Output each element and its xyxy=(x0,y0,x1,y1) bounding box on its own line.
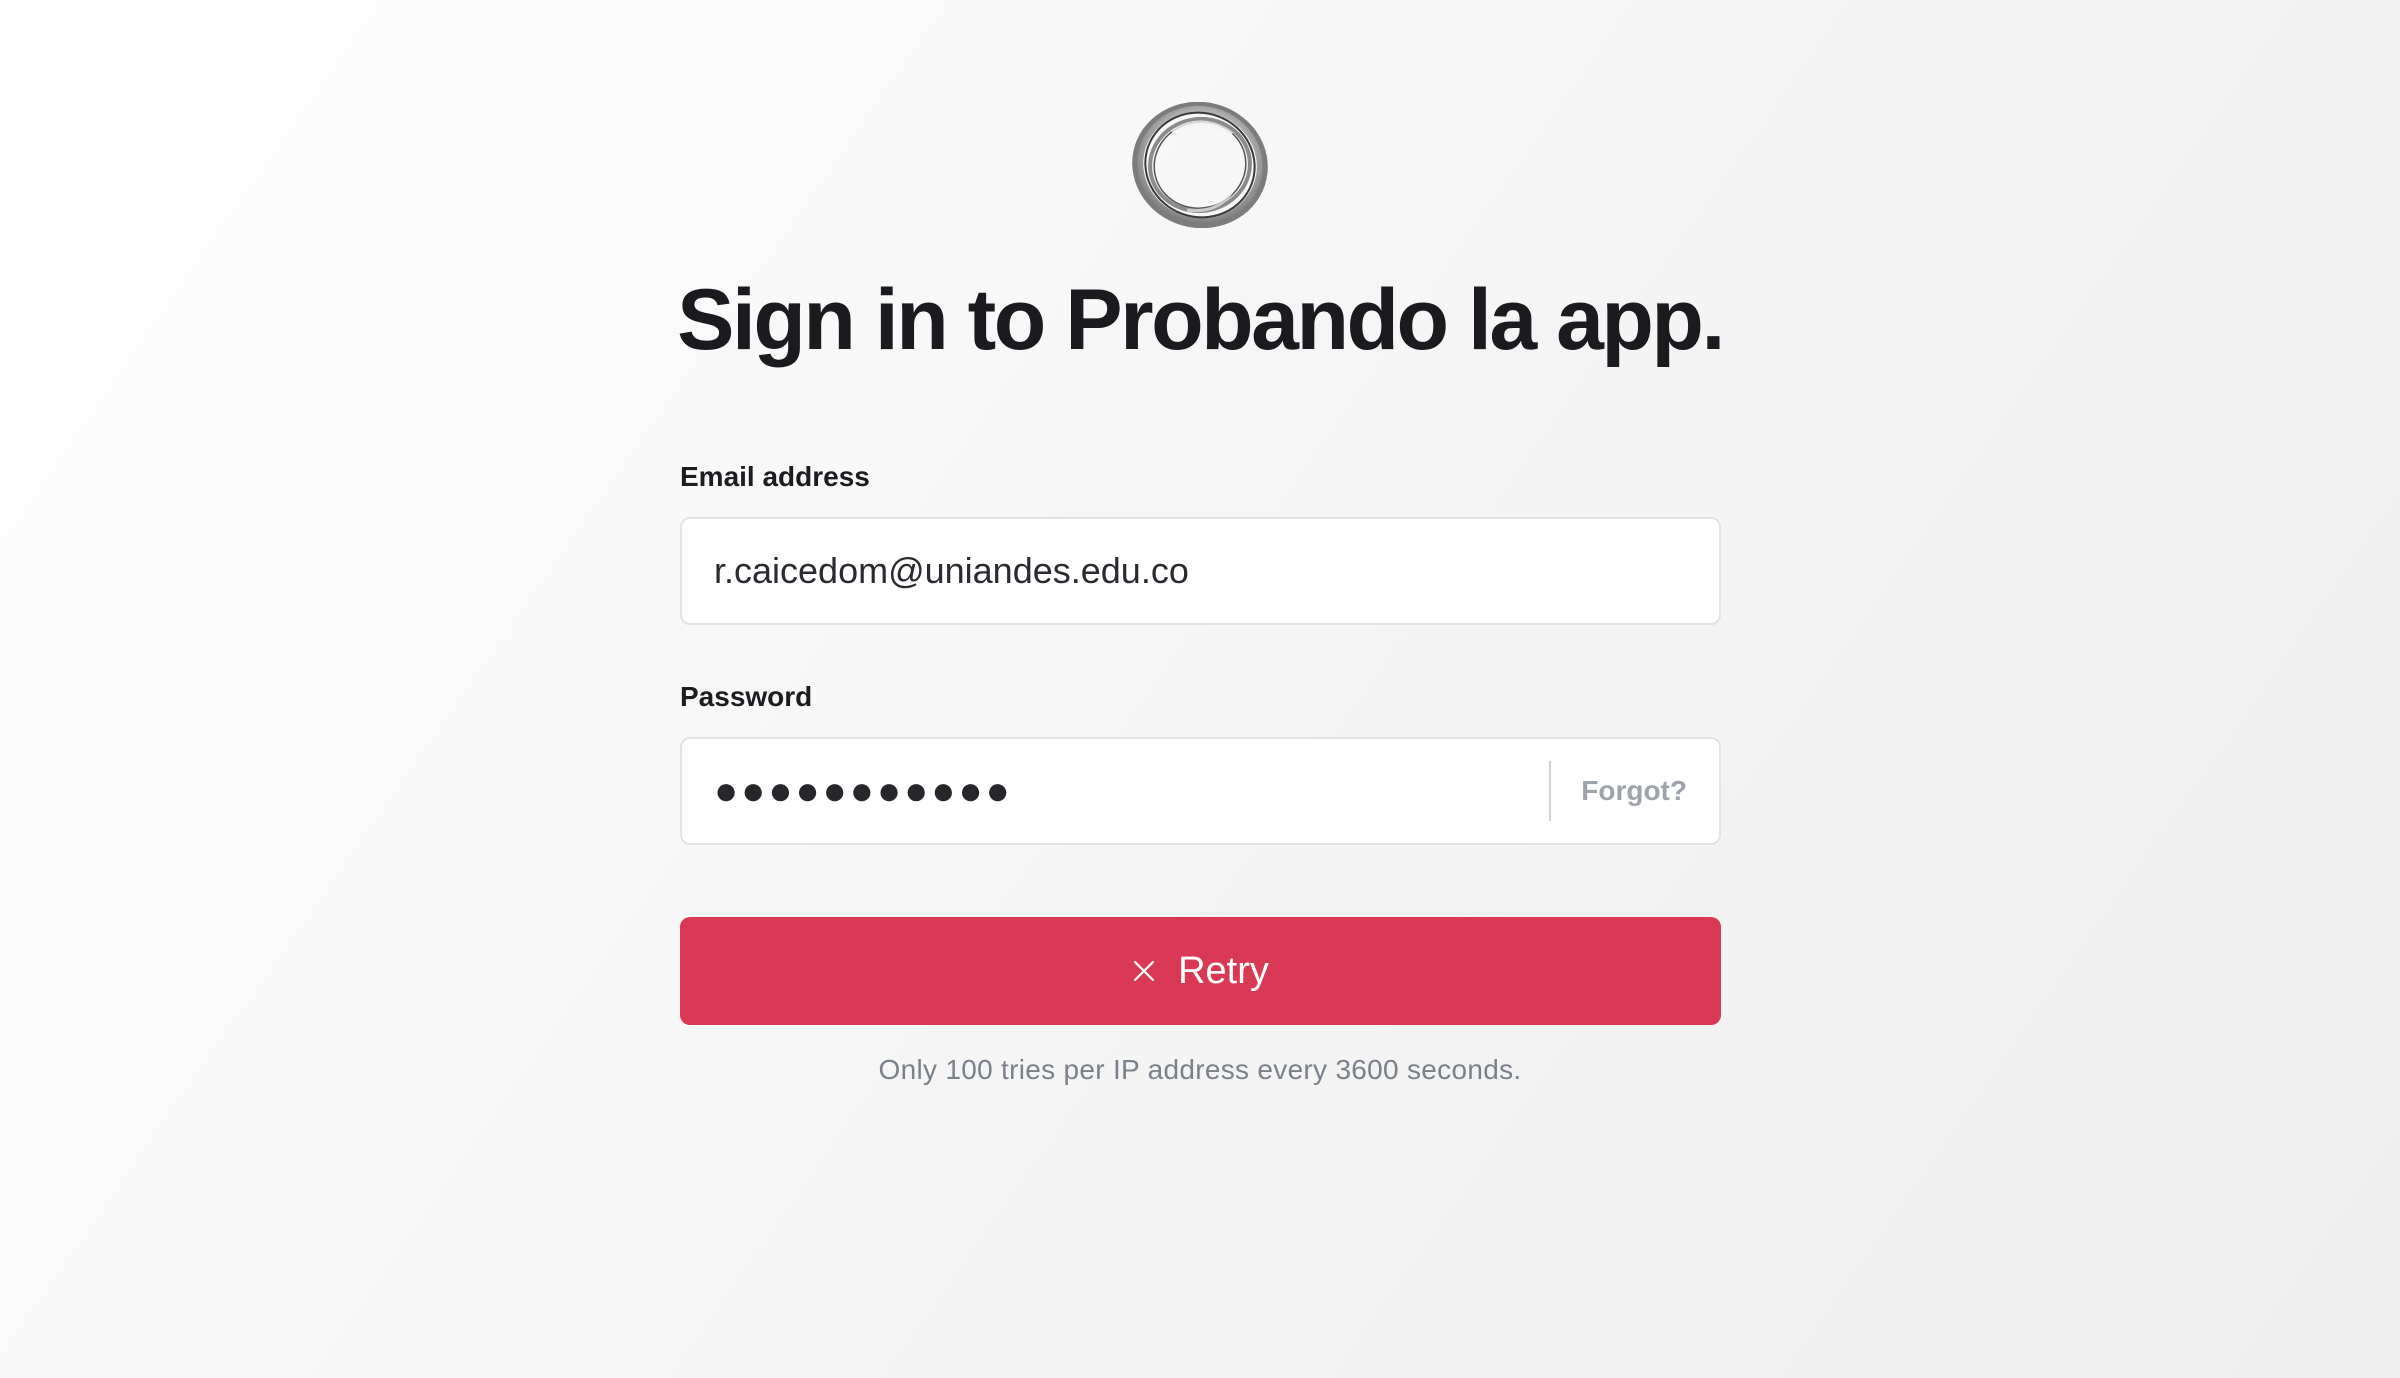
close-icon xyxy=(1133,960,1155,982)
forgot-password-link[interactable]: Forgot? xyxy=(1551,739,1719,843)
rate-limit-note: Only 100 tries per IP address every 3600… xyxy=(878,1054,1522,1085)
email-field[interactable] xyxy=(682,519,1719,623)
retry-button[interactable]: Retry xyxy=(680,917,1721,1025)
ring-logo-icon xyxy=(1132,102,1268,228)
sign-in-form: Email address Password Forgot? xyxy=(680,455,1721,845)
retry-button-label: Retry xyxy=(1178,949,1269,992)
password-field-box: Forgot? xyxy=(680,737,1721,845)
page-title: Sign in to Probando la app. xyxy=(677,272,1725,368)
email-field-box xyxy=(680,517,1721,625)
sign-in-page: Sign in to Probando la app. Email addres… xyxy=(0,0,2400,1378)
password-field[interactable] xyxy=(682,739,1550,843)
password-label: Password xyxy=(680,681,813,712)
email-label: Email address xyxy=(680,461,870,492)
